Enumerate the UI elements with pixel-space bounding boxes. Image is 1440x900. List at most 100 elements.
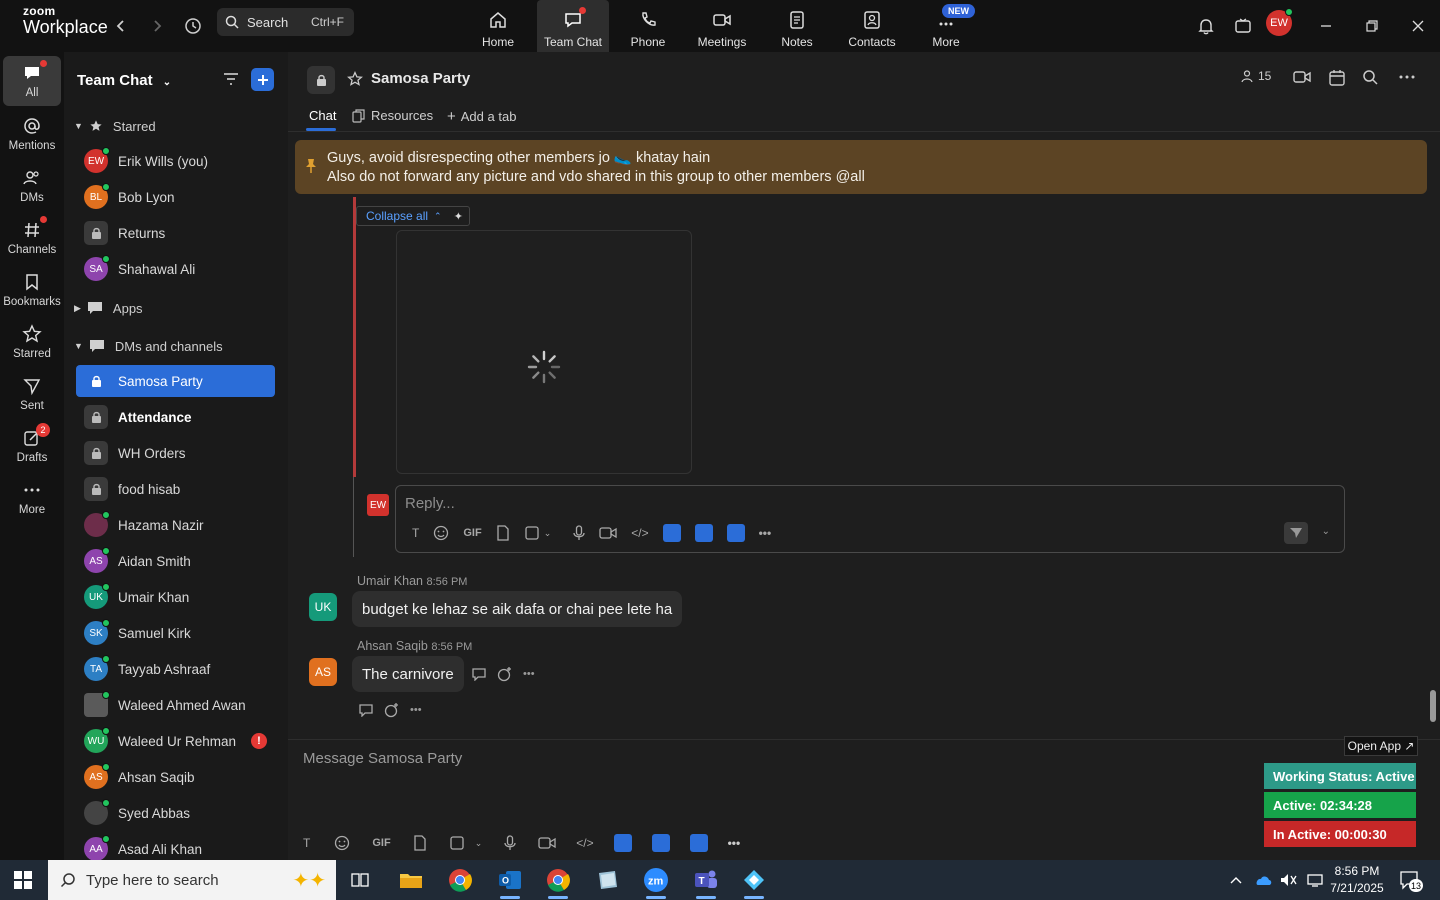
chevron-down-icon[interactable]: ⌄ (1322, 526, 1330, 537)
nav-phone[interactable]: Phone (612, 0, 684, 52)
volume-icon[interactable] (1280, 873, 1298, 887)
sidebar-item-shahawal-ali[interactable]: SA Shahawal Ali (76, 253, 275, 285)
gif-icon[interactable]: GIF (372, 837, 390, 849)
app-icon-zoom[interactable] (651, 834, 670, 852)
history-icon[interactable] (179, 12, 207, 40)
more-dots-icon[interactable]: ••• (728, 836, 741, 850)
back-arrow-icon[interactable] (107, 12, 135, 40)
nav-notes[interactable]: Notes (761, 0, 833, 52)
app-icon-docs[interactable] (613, 834, 632, 852)
video-call-icon[interactable] (1292, 69, 1312, 85)
pinned-message-banner[interactable]: Guys, avoid disrespecting other members … (295, 140, 1427, 194)
sidebar-item-food-hisab[interactable]: food hisab (76, 473, 275, 505)
collapse-all-button[interactable]: Collapse all ⌃ ✦ (356, 206, 470, 226)
emoji-icon[interactable] (433, 525, 449, 541)
sidebar-item-wh-orders[interactable]: WH Orders (76, 437, 275, 469)
sidebar-item-syed-abbas[interactable]: Syed Abbas (76, 797, 275, 829)
sidebar-item-aidan-smith[interactable]: AS Aidan Smith (76, 545, 275, 577)
more-options-icon[interactable] (1398, 69, 1416, 85)
thread-reply-box[interactable]: Reply... T GIF ⌄ </> ••• ⌄ (395, 485, 1345, 553)
members-button[interactable]: 15 (1240, 69, 1271, 83)
add-reaction-icon[interactable] (497, 666, 513, 682)
app-diamond-icon[interactable] (734, 864, 774, 899)
app-icon-chat[interactable] (689, 834, 708, 852)
rail-more[interactable]: More (2, 473, 62, 523)
network-icon[interactable] (1306, 873, 1324, 887)
text-format-icon[interactable]: T (303, 836, 310, 850)
star-icon[interactable] (347, 71, 363, 87)
section-dms-channels[interactable]: ▼ DMs and channels (74, 335, 223, 357)
file-explorer-icon[interactable] (391, 864, 431, 896)
nav-team-chat[interactable]: Team Chat (537, 0, 609, 52)
nav-contacts[interactable]: Contacts (836, 0, 908, 52)
sidebar-item-bob-lyon[interactable]: BL Bob Lyon (76, 181, 275, 213)
sidebar-item-waleed-ahmed-awan[interactable]: Waleed Ahmed Awan (76, 689, 275, 721)
sidebar-item-attendance[interactable]: Attendance (76, 401, 275, 433)
app-icon-docs[interactable] (662, 524, 681, 542)
reply-icon[interactable] (358, 703, 374, 717)
code-snippet-icon[interactable]: </> (631, 526, 648, 540)
chrome-icon[interactable] (440, 864, 480, 896)
chrome-profile-icon[interactable] (538, 864, 578, 899)
avatar[interactable]: AS (309, 658, 337, 686)
teams-icon[interactable]: T (686, 864, 726, 899)
outlook-icon[interactable]: O (490, 864, 530, 899)
nav-home[interactable]: Home (462, 0, 534, 52)
sidebar-title[interactable]: Team Chat ⌄ (77, 72, 171, 89)
gif-icon[interactable]: GIF (463, 527, 481, 539)
rail-starred[interactable]: Starred (2, 317, 62, 367)
whiteboard-icon[interactable] (1229, 12, 1257, 40)
restore-icon[interactable] (1358, 12, 1386, 40)
code-snippet-icon[interactable]: </> (576, 836, 593, 850)
message-bubble[interactable]: budget ke lehaz se aik dafa or chai pee … (352, 591, 683, 627)
section-starred[interactable]: ▼ Starred (74, 115, 156, 137)
taskbar-search[interactable]: Type here to search ✦✦ (48, 860, 336, 900)
screenshot-icon[interactable]: ⌄ (524, 525, 551, 541)
message-bubble[interactable]: The carnivore (352, 656, 464, 692)
bell-icon[interactable] (1192, 12, 1220, 40)
search-icon[interactable] (1362, 69, 1378, 85)
sidebar-item-samosa-party[interactable]: Samosa Party (76, 365, 275, 397)
add-reaction-icon[interactable] (384, 702, 400, 718)
filter-icon[interactable] (222, 70, 240, 88)
reply-icon[interactable] (471, 667, 487, 681)
scrollbar-thumb[interactable] (1430, 690, 1436, 722)
microphone-icon[interactable] (573, 525, 585, 541)
more-dots-icon[interactable]: ••• (410, 704, 422, 716)
tab-chat[interactable]: Chat (309, 108, 336, 123)
windows-start-icon[interactable] (14, 871, 32, 889)
section-apps[interactable]: ▶ Apps (74, 297, 143, 319)
sidebar-item-umair-khan[interactable]: UK Umair Khan (76, 581, 275, 613)
sidebar-item-ahsan-saqib[interactable]: AS Ahsan Saqib (76, 761, 275, 793)
video-clip-icon[interactable] (599, 526, 617, 540)
more-dots-icon[interactable]: ••• (759, 526, 772, 540)
file-icon[interactable] (496, 525, 510, 541)
file-icon[interactable] (413, 835, 427, 851)
rail-bookmarks[interactable]: Bookmarks (2, 265, 62, 315)
sidebar-item-tayyab-ashraaf[interactable]: TA Tayyab Ashraaf (76, 653, 275, 685)
add-tab-button[interactable]: + Add a tab (447, 108, 516, 125)
close-icon[interactable] (1404, 12, 1432, 40)
screenshot-icon[interactable]: ⌄ (449, 835, 482, 851)
emoji-icon[interactable] (334, 835, 350, 851)
rail-channels[interactable]: Channels (2, 213, 62, 263)
more-dots-icon[interactable]: ••• (523, 668, 535, 680)
global-search-box[interactable]: Search Ctrl+F (217, 8, 354, 36)
new-chat-button[interactable] (251, 68, 274, 91)
scrollbar[interactable] (1427, 132, 1437, 732)
rail-drafts[interactable]: 2 Drafts (2, 421, 62, 471)
rail-dms[interactable]: DMs (2, 161, 62, 211)
nav-meetings[interactable]: Meetings (686, 0, 758, 52)
sidebar-item-hazama-nazir[interactable]: Hazama Nazir (76, 509, 275, 541)
app-icon-zoom[interactable] (694, 524, 713, 542)
microphone-icon[interactable] (504, 835, 516, 851)
task-view-icon[interactable] (340, 864, 380, 896)
chevron-up-icon[interactable] (1230, 875, 1242, 885)
taskbar-clock[interactable]: 8:56 PM 7/21/2025 (1324, 863, 1390, 897)
notification-center-icon[interactable]: 13 (1399, 870, 1423, 892)
image-attachment-loading[interactable] (396, 230, 692, 474)
sidebar-item-waleed-ur-rehman[interactable]: WU Waleed Ur Rehman ! (76, 725, 275, 757)
rail-sent[interactable]: Sent (2, 369, 62, 419)
video-clip-icon[interactable] (538, 836, 556, 850)
sidebar-item-erik-wills[interactable]: EW Erik Wills (you) (76, 145, 275, 177)
